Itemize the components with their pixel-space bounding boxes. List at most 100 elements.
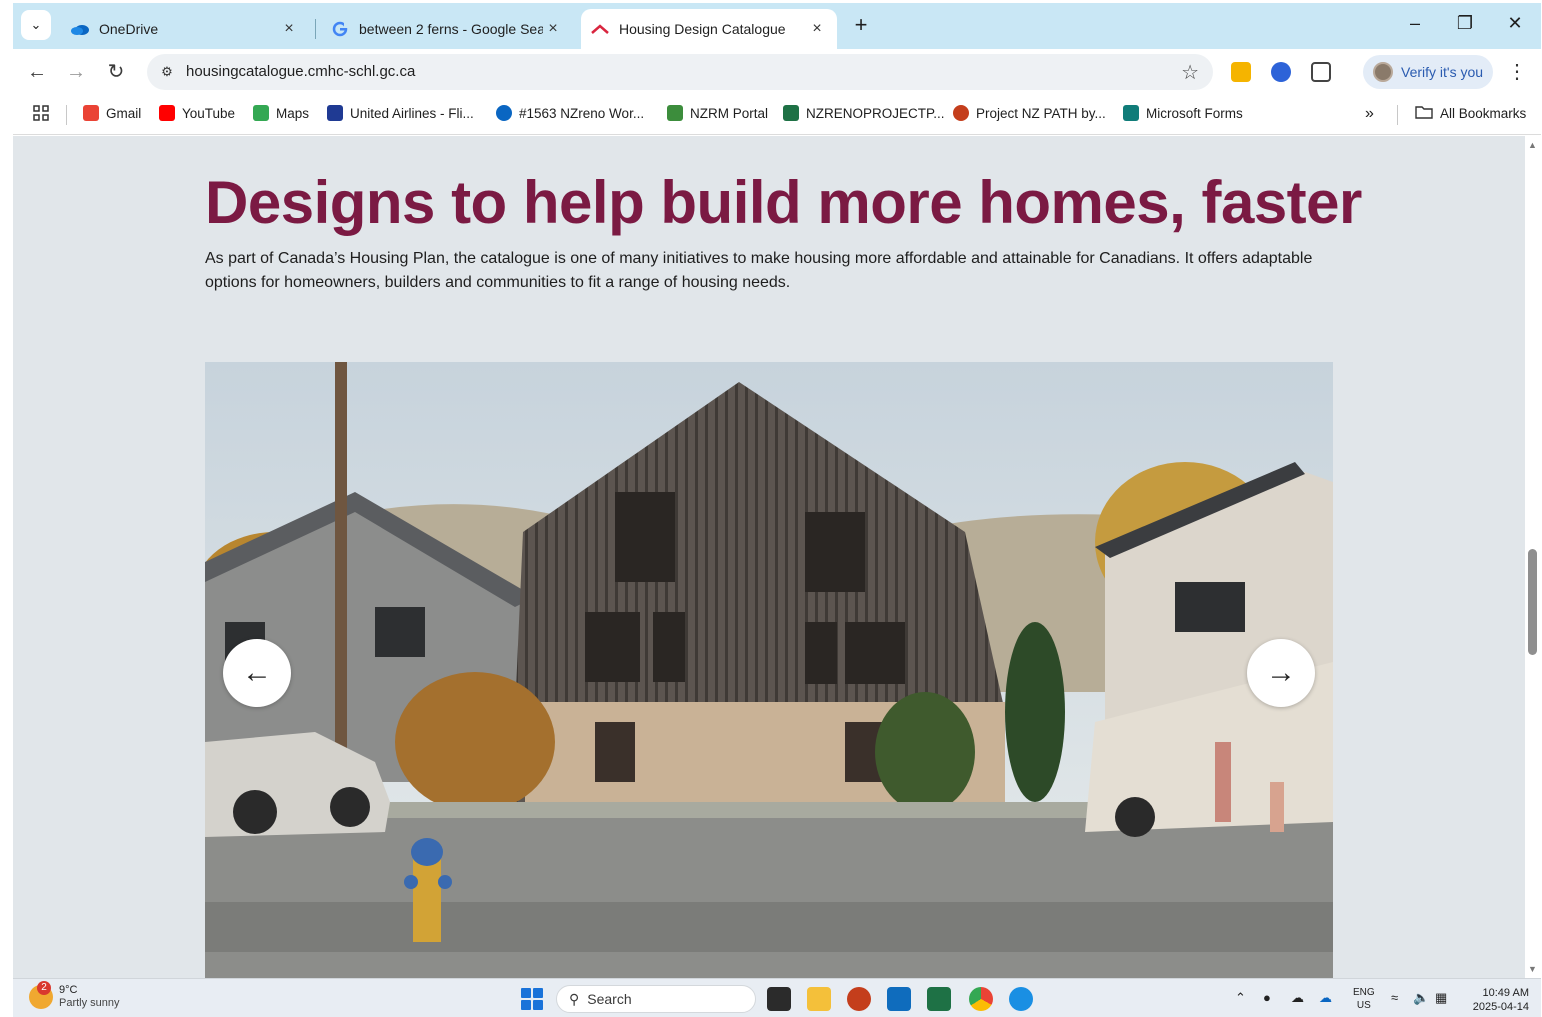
- back-icon[interactable]: ←: [23, 58, 51, 86]
- weather-widget[interactable]: 2 9°C Partly sunny: [29, 981, 120, 1010]
- bookmark-project-nz-path[interactable]: Project NZ PATH by...: [953, 105, 1106, 121]
- windows-taskbar: 2 9°C Partly sunny ⚲ Search ⌃ ● ☁ ☁ ENG …: [13, 978, 1541, 1017]
- carousel-next-button[interactable]: →: [1247, 639, 1315, 707]
- forward-icon[interactable]: →: [62, 58, 90, 86]
- bookmarks-divider: [1397, 105, 1398, 125]
- powerpoint-taskbar-icon[interactable]: [847, 987, 871, 1011]
- page-scrollbar[interactable]: ▲ ▼: [1525, 136, 1541, 978]
- tab-onedrive[interactable]: OneDrive ×: [61, 9, 309, 49]
- keyboard-region: US: [1356, 1000, 1371, 1011]
- bookmark-label: Project NZ PATH by...: [976, 105, 1106, 121]
- bookmark-nzrm-portal[interactable]: NZRM Portal: [667, 105, 768, 121]
- profile-verify-button[interactable]: Verify it's you: [1363, 55, 1493, 89]
- close-tab-icon[interactable]: ×: [279, 20, 299, 38]
- site-settings-icon[interactable]: ⚙: [157, 62, 177, 82]
- arrow-right-icon: →: [1266, 656, 1296, 689]
- united-airlines-icon: [327, 105, 343, 121]
- all-bookmarks-label: All Bookmarks: [1440, 106, 1527, 121]
- address-bar[interactable]: ⚙ housingcatalogue.cmhc-schl.gc.ca ☆: [147, 54, 1213, 90]
- volume-muted-icon[interactable]: 🔈: [1413, 990, 1429, 1006]
- url-text[interactable]: housingcatalogue.cmhc-schl.gc.ca: [186, 63, 415, 80]
- tray-onedrive-icon[interactable]: ☁: [1319, 990, 1332, 1006]
- chevron-down-icon: ⌄: [30, 17, 42, 32]
- bookmark-star-icon[interactable]: ☆: [1181, 60, 1199, 85]
- powerpoint-icon: [953, 105, 969, 121]
- tab-divider: [315, 19, 316, 39]
- battery-icon[interactable]: ▦: [1435, 990, 1447, 1006]
- close-tab-icon[interactable]: ×: [543, 20, 563, 38]
- carousel-prev-button[interactable]: ←: [223, 639, 291, 707]
- scrollbar-thumb[interactable]: [1528, 549, 1537, 655]
- tray-app-icon[interactable]: ●: [1263, 990, 1271, 1005]
- apps-grid-icon[interactable]: [33, 105, 49, 121]
- clock-date: 2025-04-14: [1472, 1001, 1529, 1013]
- close-window-icon[interactable]: ✕: [1495, 13, 1535, 39]
- bookmark-nzreno-work[interactable]: #1563 NZreno Wor...: [496, 105, 644, 121]
- windows-start-icon[interactable]: [521, 988, 543, 1010]
- system-clock[interactable]: 10:49 AM 2025-04-14: [1461, 986, 1529, 1014]
- close-tab-icon[interactable]: ×: [807, 20, 827, 38]
- language-indicator[interactable]: ENG US: [1353, 986, 1375, 1012]
- bookmarks-overflow-button[interactable]: »: [1365, 105, 1374, 123]
- bookmark-label: Maps: [276, 105, 310, 121]
- verify-label: Verify it's you: [1401, 64, 1484, 80]
- bookmarks-bar: Gmail YouTube Maps United Airlines - Fli…: [13, 95, 1541, 135]
- weather-condition: Partly sunny: [59, 997, 120, 1009]
- bookmark-label: Gmail: [106, 105, 142, 121]
- file-explorer-icon[interactable]: [807, 987, 831, 1011]
- partly-sunny-icon: 2: [29, 981, 53, 1009]
- arrow-left-icon: ←: [242, 656, 272, 689]
- weather-temperature: 9°C: [59, 984, 78, 996]
- tab-google-search[interactable]: between 2 ferns - Google Searc ×: [321, 9, 573, 49]
- bookmark-label: #1563 NZreno Wor...: [519, 105, 645, 121]
- extensions-puzzle-icon[interactable]: [1311, 62, 1331, 82]
- bookmark-gmail[interactable]: Gmail: [83, 105, 141, 121]
- tab-title: Housing Design Catalogue: [619, 21, 786, 37]
- bookmark-maps[interactable]: Maps: [253, 105, 309, 121]
- extension-zoom-icon[interactable]: [1271, 62, 1291, 82]
- chrome-taskbar-icon[interactable]: [969, 987, 993, 1011]
- tab-housing-design-catalogue[interactable]: Housing Design Catalogue ×: [581, 9, 837, 49]
- bookmark-label: YouTube: [182, 105, 236, 121]
- tray-cloud-icon[interactable]: ☁: [1291, 990, 1304, 1006]
- scroll-down-icon[interactable]: ▼: [1528, 964, 1537, 974]
- bookmark-united-airlines[interactable]: United Airlines - Fli...: [327, 105, 474, 121]
- outlook-taskbar-icon[interactable]: [887, 987, 911, 1011]
- google-icon: [331, 20, 349, 38]
- menu-kebab-icon[interactable]: ⋮: [1507, 59, 1527, 84]
- remote-desktop-taskbar-icon[interactable]: [1009, 987, 1033, 1011]
- task-view-icon[interactable]: [767, 987, 791, 1011]
- extension-notes-icon[interactable]: [1231, 62, 1251, 82]
- clock-time: 10:49 AM: [1482, 987, 1529, 999]
- search-icon: ⚲: [569, 990, 580, 1007]
- bookmark-label: NZRM Portal: [690, 105, 769, 121]
- forms-icon: [1123, 105, 1139, 121]
- tab-search-button[interactable]: ⌄: [21, 10, 51, 40]
- bookmark-youtube[interactable]: YouTube: [159, 105, 235, 121]
- bookmark-label: NZRENOPROJECTP...: [806, 105, 945, 121]
- youtube-icon: [159, 105, 175, 121]
- excel-icon: [783, 105, 799, 121]
- browser-toolbar: ← → ↻ ⚙ housingcatalogue.cmhc-schl.gc.ca…: [13, 49, 1541, 95]
- new-tab-button[interactable]: +: [849, 13, 873, 37]
- tray-overflow-chevron-icon[interactable]: ⌃: [1235, 990, 1246, 1006]
- wifi-icon[interactable]: ≈: [1391, 990, 1398, 1005]
- taskbar-search-box[interactable]: ⚲ Search: [556, 985, 756, 1013]
- bookmark-label: Microsoft Forms: [1146, 105, 1243, 121]
- language-code: ENG: [1353, 987, 1375, 998]
- housing-rendering-image: [205, 362, 1333, 978]
- onedrive-icon: [496, 105, 512, 121]
- notification-badge: 2: [37, 981, 51, 995]
- gmail-icon: [83, 105, 99, 121]
- bookmarks-divider: [66, 105, 67, 125]
- nzrm-portal-icon: [667, 105, 683, 121]
- reload-icon[interactable]: ↻: [102, 58, 130, 86]
- all-bookmarks-button[interactable]: All Bookmarks: [1415, 105, 1526, 122]
- bookmark-nzrenoproject[interactable]: NZRENOPROJECTP...: [783, 105, 945, 121]
- page-title: Designs to help build more homes, faster: [205, 169, 1362, 236]
- bookmark-microsoft-forms[interactable]: Microsoft Forms: [1123, 105, 1243, 121]
- scroll-up-icon[interactable]: ▲: [1528, 140, 1537, 150]
- excel-taskbar-icon[interactable]: [927, 987, 951, 1011]
- minimize-icon[interactable]: –: [1395, 13, 1435, 39]
- restore-icon[interactable]: ❐: [1445, 13, 1485, 39]
